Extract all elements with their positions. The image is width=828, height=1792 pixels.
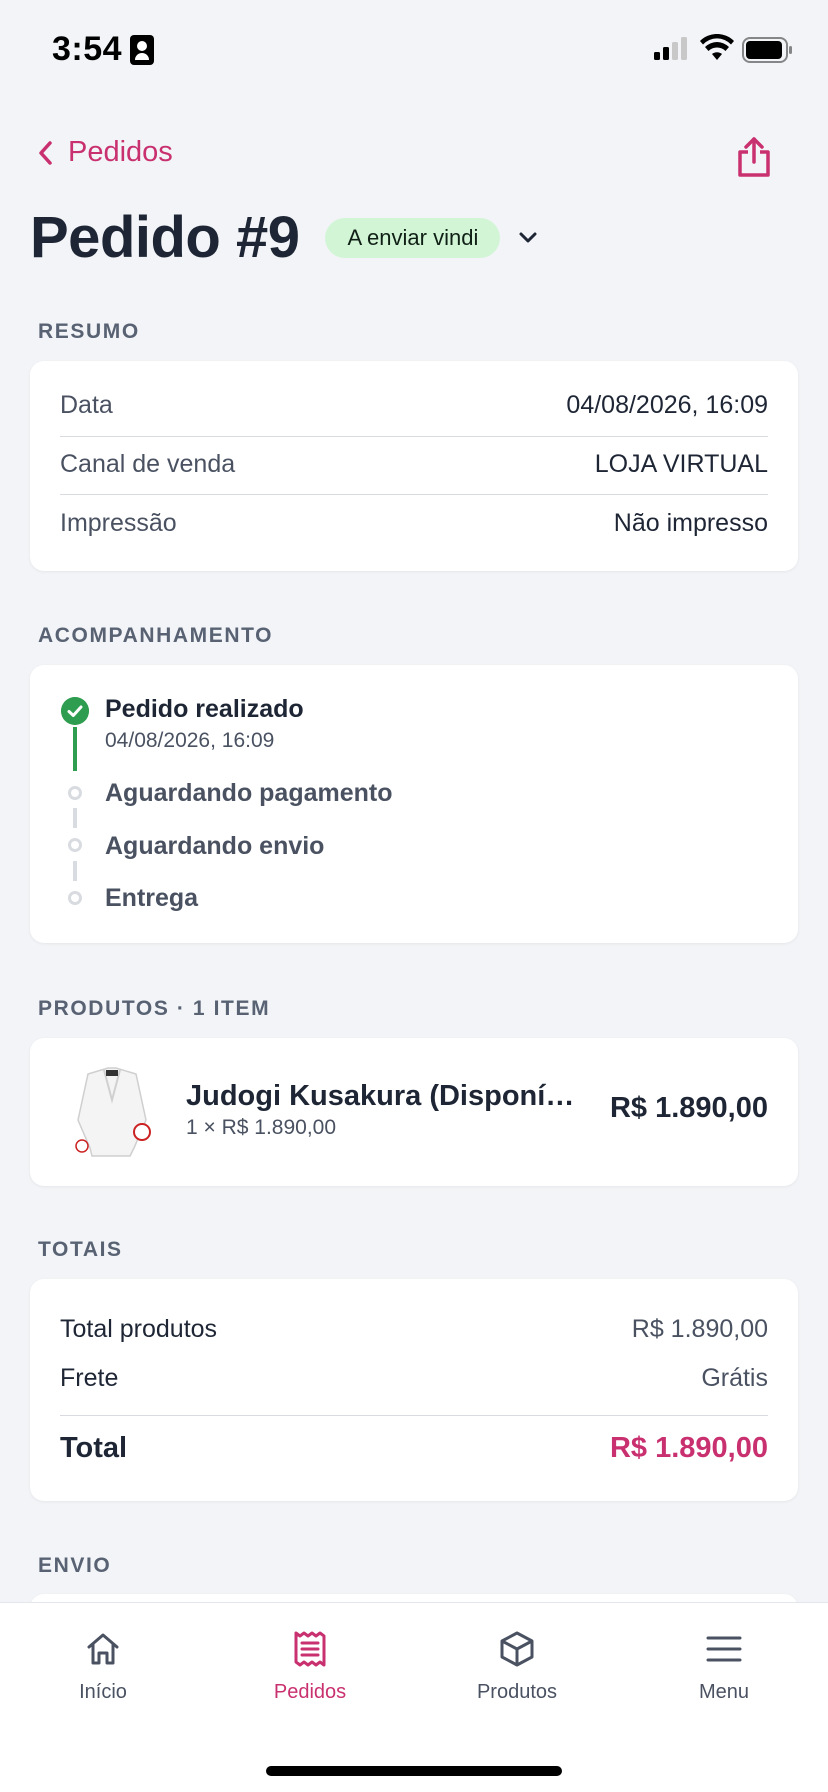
product-quantity: 1 × R$ 1.890,00 [186,1116,337,1139]
section-label-resumo: RESUMO [38,320,140,343]
step-pending-dot [68,891,82,905]
product-price: R$ 1.890,00 [609,1092,768,1124]
timeline-line-done [73,727,77,771]
totals-row-total: Total R$ 1.890,00 [60,1432,768,1465]
section-label-envio: ENVIO [38,1554,112,1577]
row-value: Grátis [701,1364,768,1392]
totals-card: Total produtos R$ 1.890,00 Frete Grátis … [30,1279,798,1501]
receipt-icon [294,1631,326,1667]
timeline-line [73,861,77,881]
row-label: Data [60,391,113,419]
step-pending-dot [68,838,82,852]
section-label-totais: TOTAIS [38,1238,123,1261]
tab-label: Pedidos [273,1681,347,1703]
resumo-row-canal: Canal de venda LOJA VIRTUAL [60,450,768,479]
box-icon [500,1631,534,1667]
row-label: Canal de venda [60,450,236,478]
step-title: Pedido realizado [105,695,304,723]
page-title: Pedido #9 [30,205,300,270]
product-card[interactable]: Judogi Kusakura (Disponível) 1 × R$ 1.89… [30,1038,798,1186]
step-date: 04/08/2026, 16:09 [105,729,275,752]
section-label-acompanhamento: ACOMPANHAMENTO [38,624,274,647]
section-label-produtos: PRODUTOS · 1 ITEM [38,997,271,1020]
step-title: Entrega [105,884,199,912]
chevron-down-icon[interactable] [518,231,538,245]
status-bar: 3:54 [0,0,828,100]
tab-inicio[interactable]: Início [33,1629,173,1704]
divider [60,436,768,437]
row-value: LOJA VIRTUAL [594,450,768,478]
totals-row-produtos: Total produtos R$ 1.890,00 [60,1315,768,1344]
divider [60,494,768,495]
status-time: 3:54 [52,30,123,68]
contact-card-icon [130,35,154,65]
tab-label: Início [79,1681,127,1703]
title-row: Pedido #9 A enviar vindi [30,204,538,271]
timeline-line [73,808,77,828]
resumo-card: Data 04/08/2026, 16:09 Canal de venda LO… [30,361,798,571]
order-status-badge[interactable]: A enviar vindi [325,217,501,258]
totals-row-frete: Frete Grátis [60,1364,768,1393]
back-button[interactable]: Pedidos [36,136,173,169]
product-name[interactable]: Judogi Kusakura (Disponível) [186,1080,586,1113]
back-label: Pedidos [68,136,173,168]
product-image[interactable] [60,1060,164,1164]
tab-pedidos[interactable]: Pedidos [240,1629,380,1704]
tab-produtos[interactable]: Produtos [447,1629,587,1704]
home-icon [87,1633,119,1665]
step-pending-dot [68,786,82,800]
home-indicator [266,1766,562,1776]
menu-icon [706,1636,742,1662]
row-value: Não impresso [613,509,768,537]
total-value: R$ 1.890,00 [609,1432,768,1464]
tab-label: Menu [698,1681,750,1703]
resumo-row-impressao: Impressão Não impresso [60,509,768,538]
resumo-row-data: Data 04/08/2026, 16:09 [60,391,768,420]
row-label: Frete [60,1364,119,1392]
step-title: Aguardando envio [105,832,325,860]
row-value: R$ 1.890,00 [631,1315,768,1343]
share-icon[interactable] [736,136,772,178]
row-value: 04/08/2026, 16:09 [566,391,768,419]
step-title: Aguardando pagamento [105,779,393,807]
wifi-icon [700,34,734,60]
row-label: Impressão [60,509,177,537]
row-label: Total produtos [60,1315,218,1343]
tab-menu[interactable]: Menu [654,1629,794,1704]
check-circle-icon [61,697,89,725]
tab-label: Produtos [476,1681,558,1703]
tracking-card: Pedido realizado 04/08/2026, 16:09 Aguar… [30,665,798,943]
tab-bar: Início Pedidos Produtos Menu [0,1602,828,1792]
total-label: Total [60,1432,128,1464]
divider [60,1415,768,1416]
signal-icon [654,37,687,60]
battery-icon [742,37,792,63]
chevron-left-icon [39,140,52,165]
